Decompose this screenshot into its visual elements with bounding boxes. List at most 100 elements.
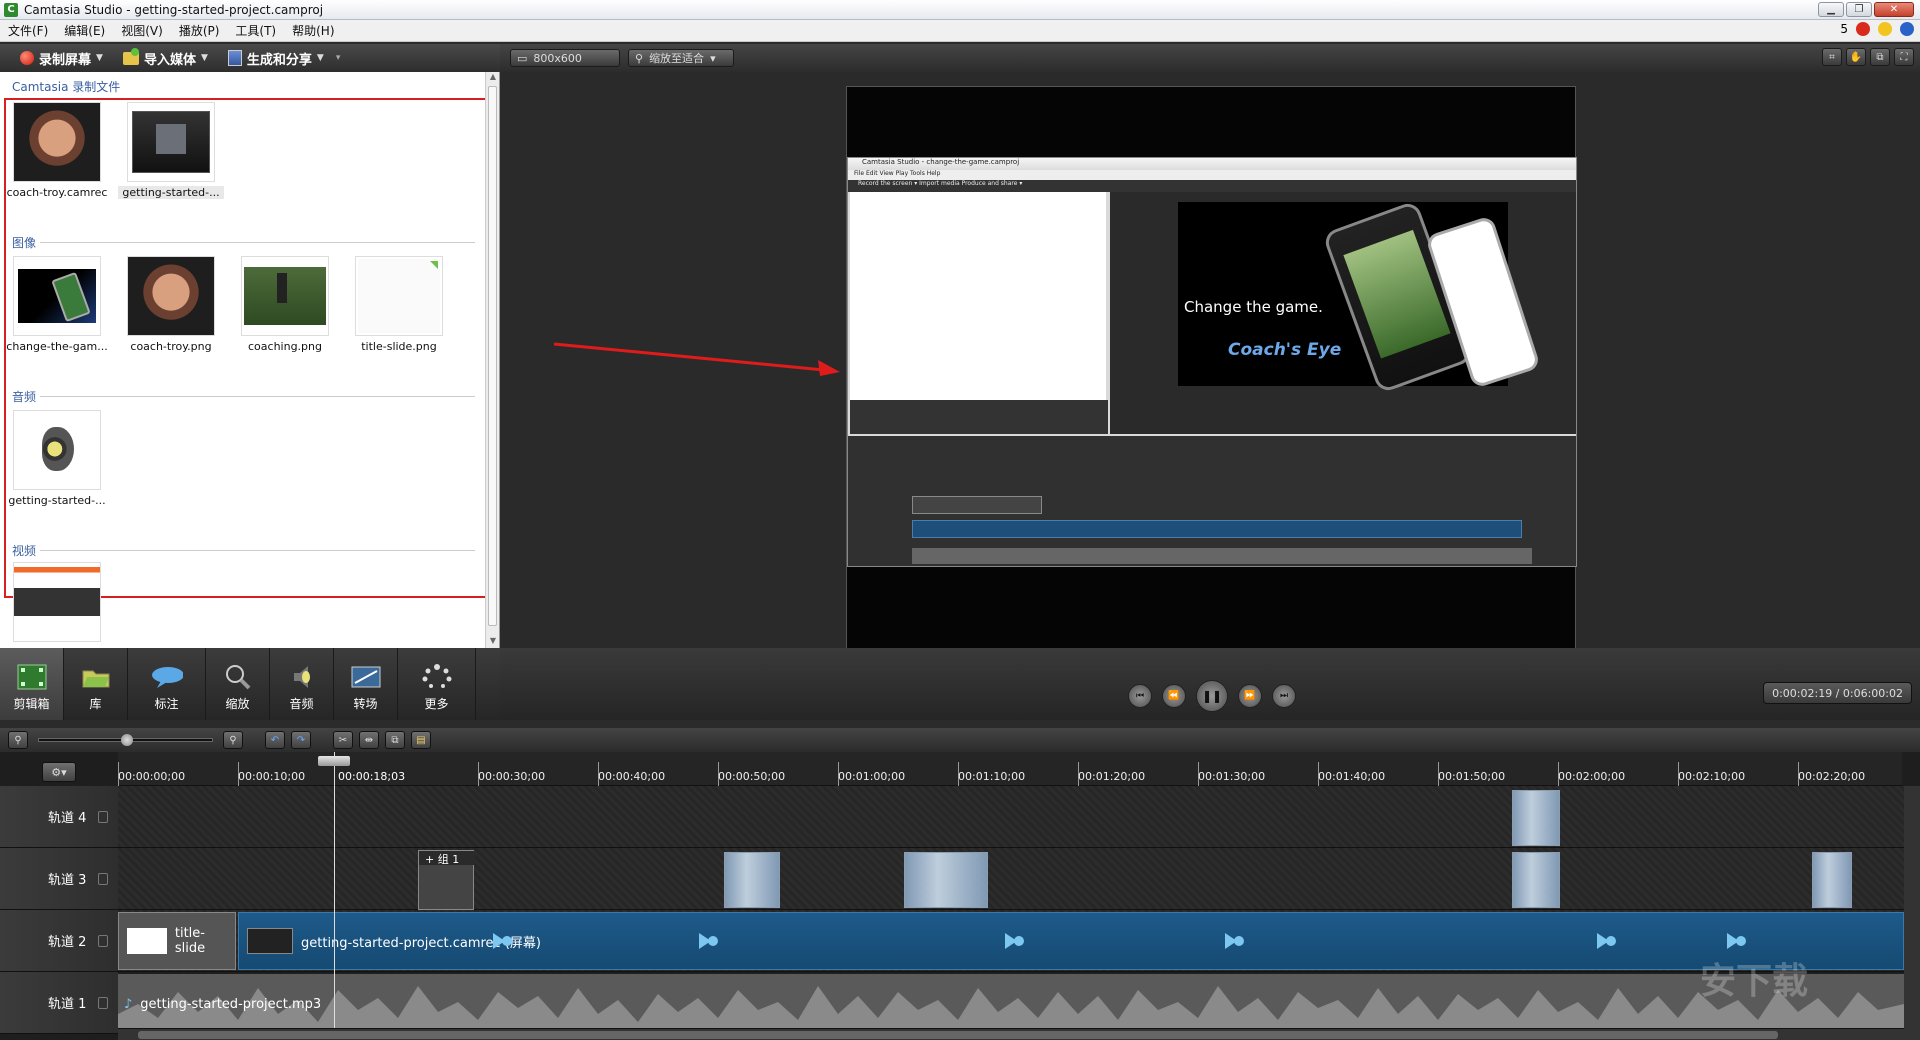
fullscreen-icon[interactable]: ⛶ (1894, 48, 1914, 66)
clip-title-slide-png[interactable]: title-slide.png (346, 256, 452, 353)
track-2-area[interactable]: title-slide getting-started-project.camr… (118, 910, 1904, 971)
tab-clip-bin[interactable]: 剪辑箱 (0, 648, 64, 720)
close-button[interactable]: ✕ (1874, 2, 1914, 17)
toolbar-overflow-icon[interactable]: ▾ (336, 53, 341, 63)
track-4-label: 轨道 4 (0, 786, 118, 847)
tab-library[interactable]: 库 (64, 648, 128, 720)
track-settings-gear-icon[interactable]: ⚙▾ (42, 762, 76, 782)
scroll-thumb[interactable] (138, 1031, 1778, 1039)
zoom-out-icon[interactable]: ⚲ (8, 731, 28, 749)
tab-transitions[interactable]: 转场 (334, 648, 398, 720)
fast-forward-icon[interactable]: ⏩ (1238, 684, 1262, 708)
timeline-vertical-scrollbar[interactable] (1904, 786, 1920, 1040)
cut-icon[interactable]: ✂ (333, 731, 353, 749)
skip-end-icon[interactable]: ⏭ (1272, 684, 1296, 708)
preview-screenshot: Camtasia Studio - change-the-game.campro… (847, 157, 1577, 567)
scroll-down-icon[interactable]: ▼ (486, 636, 500, 648)
rewind-icon[interactable]: ⏪ (1162, 684, 1186, 708)
transition-clip[interactable] (904, 852, 988, 908)
lightbulb-icon[interactable] (1878, 22, 1892, 36)
lock-icon[interactable] (98, 872, 108, 885)
zoom-marker-icon[interactable] (699, 933, 719, 949)
redo-icon[interactable]: ↷ (291, 731, 311, 749)
paste-icon[interactable]: ▤ (411, 731, 431, 749)
inner-clip (912, 520, 1522, 538)
inner-stage: Change the game. Coach's Eye (1178, 200, 1542, 394)
clip-coach-troy-png[interactable]: coach-troy.png (118, 256, 224, 353)
inner-toolbar: Record the screen ▾ Import media Produce… (848, 180, 1576, 192)
alert-icon[interactable] (1856, 22, 1870, 36)
zoom-marker-icon[interactable] (1727, 933, 1747, 949)
clip-getting-started-mp3[interactable]: getting-started-... (4, 410, 110, 507)
title-slide-clip[interactable]: title-slide (118, 912, 236, 970)
timeline-horizontal-scrollbar[interactable] (118, 1028, 1904, 1040)
stage-tagline: Change the game. (1184, 298, 1323, 316)
copy-icon[interactable]: ⧉ (385, 731, 405, 749)
menu-view[interactable]: 视图(V) (113, 22, 171, 39)
detach-icon[interactable]: ⧉ (1870, 48, 1890, 66)
canvas-size-button[interactable]: ▭ 800x600 (510, 49, 620, 67)
preview-canvas[interactable]: Camtasia Studio - change-the-game.campro… (846, 86, 1577, 678)
lock-icon[interactable] (98, 996, 108, 1009)
playhead-time: 00:00:18;03 (338, 770, 406, 783)
scroll-thumb[interactable] (488, 86, 497, 626)
menu-edit[interactable]: 编辑(E) (56, 22, 113, 39)
zoom-marker-icon[interactable] (1597, 933, 1617, 949)
undo-icon[interactable]: ↶ (265, 731, 285, 749)
zoom-marker-icon[interactable] (1225, 933, 1245, 949)
clip-bin-scrollbar[interactable]: ▲ ▼ (485, 72, 499, 648)
tab-zoom[interactable]: 缩放 (206, 648, 270, 720)
more-dots-icon (421, 663, 453, 691)
import-media-button[interactable]: 导入媒体 ▼ (115, 47, 216, 68)
menu-help[interactable]: 帮助(H) (284, 22, 342, 39)
transition-clip[interactable] (724, 852, 780, 908)
notification-count[interactable]: 5 (1840, 22, 1848, 36)
thumbnail (132, 111, 210, 173)
zoom-marker-icon[interactable] (1005, 933, 1025, 949)
zoom-in-icon[interactable]: ⚲ (223, 731, 243, 749)
track-2: 轨道 2 title-slide getting-started-project… (0, 910, 1920, 972)
clip-change-the-game-png[interactable]: change-the-gam... (4, 256, 110, 353)
pause-button[interactable]: ❚❚ (1196, 680, 1228, 712)
tab-more[interactable]: 更多 (398, 648, 476, 720)
divider (40, 242, 475, 243)
timeline-ruler[interactable]: 00:00:00;00 00:00:10;00 00:00:18;03 00:0… (118, 752, 1902, 786)
inner-title: Camtasia Studio - change-the-game.campro… (848, 158, 1576, 170)
clip-coaching-png[interactable]: coaching.png (232, 256, 338, 353)
record-screen-button[interactable]: 录制屏幕 ▼ (12, 49, 111, 68)
crop-icon[interactable]: ⌗ (1822, 48, 1842, 66)
playhead-handle[interactable] (318, 756, 350, 766)
skip-start-icon[interactable]: ⏮ (1128, 684, 1152, 708)
scroll-up-icon[interactable]: ▲ (486, 72, 500, 84)
minimize-button[interactable]: ▁ (1818, 2, 1844, 17)
menu-play[interactable]: 播放(P) (171, 22, 228, 39)
produce-share-button[interactable]: 生成和分享 ▼ (220, 49, 332, 68)
group-clip[interactable]: + 组 1 (418, 850, 475, 910)
clip-getting-started-camrec[interactable]: getting-started-... (118, 102, 224, 199)
import-folder-icon (122, 47, 139, 65)
zoom-marker-icon[interactable] (493, 933, 513, 949)
menu-tools[interactable]: 工具(T) (227, 22, 284, 39)
menu-file[interactable]: 文件(F) (0, 22, 56, 39)
lock-icon[interactable] (98, 810, 108, 823)
tab-audio[interactable]: 音频 (270, 648, 334, 720)
track-4-area[interactable] (118, 786, 1904, 847)
transition-clip[interactable] (1812, 852, 1852, 908)
transition-clip[interactable] (1512, 852, 1560, 908)
zoom-fit-dropdown[interactable]: ⚲ 缩放至适合 ▾ (628, 49, 734, 67)
camrec-clip[interactable]: getting-started-project.camrec (屏幕) (238, 912, 1904, 970)
clip-video[interactable] (4, 562, 110, 646)
maximize-button[interactable]: ❐ (1846, 2, 1872, 17)
lock-icon[interactable] (98, 934, 108, 947)
track-3-area[interactable]: + 组 1 (118, 848, 1904, 910)
hand-pan-icon[interactable]: ✋ (1846, 48, 1866, 66)
tab-callouts[interactable]: 标注 (128, 648, 206, 720)
clip-coach-troy-camrec[interactable]: coach-troy.camrec (4, 102, 110, 199)
recordings-header: Camtasia 录制文件 (12, 80, 121, 94)
transition-clip[interactable] (1512, 790, 1560, 846)
split-icon[interactable]: ⇹ (359, 731, 379, 749)
timeline-zoom-slider[interactable] (38, 734, 213, 746)
audio-clip[interactable]: ♪ getting-started-project.mp3 (118, 974, 1904, 1034)
help-icon[interactable] (1900, 22, 1914, 36)
search-icon: ⚲ (635, 51, 644, 65)
